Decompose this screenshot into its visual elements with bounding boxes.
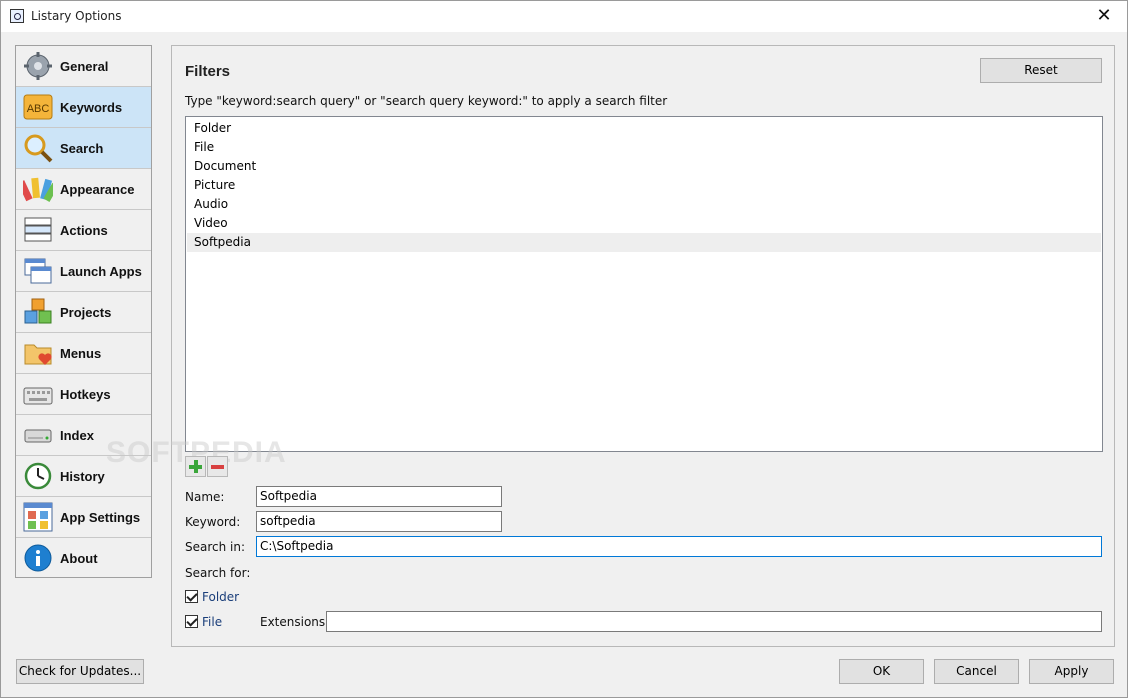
keyword-field[interactable]: softpedia bbox=[256, 511, 502, 532]
cancel-button[interactable]: Cancel bbox=[934, 659, 1019, 684]
add-filter-button[interactable] bbox=[185, 456, 206, 477]
sidebar-item-app-settings[interactable]: App Settings bbox=[16, 497, 151, 538]
app-grid-icon bbox=[23, 502, 53, 532]
search-in-label: Search in: bbox=[185, 540, 246, 554]
actions-icon bbox=[24, 217, 52, 242]
extensions-label: Extensions: bbox=[260, 615, 330, 629]
sidebar-item-hotkeys[interactable]: Hotkeys bbox=[16, 374, 151, 415]
file-checkbox[interactable] bbox=[185, 615, 198, 628]
clock-icon bbox=[24, 462, 52, 490]
cubes-icon bbox=[24, 298, 52, 324]
folder-checkbox-label[interactable]: Folder bbox=[202, 590, 239, 604]
magnifier-icon bbox=[24, 134, 53, 163]
sidebar-item-label: Launch Apps bbox=[60, 264, 142, 279]
sidebar-item-label: Hotkeys bbox=[60, 387, 111, 402]
page-title: Filters bbox=[185, 63, 231, 80]
reset-button[interactable]: Reset bbox=[980, 58, 1102, 83]
list-item-selected[interactable]: Softpedia bbox=[187, 233, 1101, 252]
minus-icon bbox=[211, 465, 224, 469]
sidebar-item-actions[interactable]: Actions bbox=[16, 210, 151, 251]
windows-icon bbox=[24, 258, 52, 284]
sidebar-item-about[interactable]: About bbox=[16, 538, 151, 579]
info-icon bbox=[24, 544, 52, 572]
apply-button[interactable]: Apply bbox=[1029, 659, 1114, 684]
keyboard-icon bbox=[23, 387, 53, 405]
list-item[interactable]: File bbox=[187, 138, 1101, 157]
name-label: Name: bbox=[185, 490, 225, 504]
sidebar: General ABC Keywords Search Appearance A… bbox=[15, 45, 152, 578]
check-updates-button[interactable]: Check for Updates... bbox=[16, 659, 144, 684]
list-item[interactable]: Picture bbox=[187, 176, 1101, 195]
sidebar-item-label: Actions bbox=[60, 223, 108, 238]
abc-icon: ABC bbox=[23, 94, 53, 120]
sidebar-item-search[interactable]: Search bbox=[16, 128, 151, 169]
plus-icon bbox=[189, 460, 202, 473]
list-item[interactable]: Video bbox=[187, 214, 1101, 233]
sidebar-item-label: Projects bbox=[60, 305, 112, 320]
title-bar: Listary Options ✕ bbox=[1, 1, 1127, 32]
sidebar-item-projects[interactable]: Projects bbox=[16, 292, 151, 333]
sidebar-item-keywords[interactable]: ABC Keywords bbox=[16, 87, 151, 128]
gear-icon bbox=[24, 52, 52, 80]
sidebar-item-label: General bbox=[60, 59, 109, 74]
search-for-label: Search for: bbox=[185, 566, 251, 580]
list-item[interactable]: Audio bbox=[187, 195, 1101, 214]
filter-hint: Type "keyword:search query" or "search q… bbox=[185, 94, 668, 108]
close-icon[interactable]: ✕ bbox=[1081, 1, 1127, 32]
extensions-field[interactable] bbox=[326, 611, 1102, 632]
filter-list[interactable]: Folder File Document Picture Audio Video… bbox=[185, 116, 1103, 452]
app-icon bbox=[10, 9, 24, 23]
sidebar-item-label: About bbox=[60, 551, 98, 566]
window-title: Listary Options bbox=[31, 9, 122, 23]
palette-icon bbox=[23, 177, 53, 202]
sidebar-item-launch-apps[interactable]: Launch Apps bbox=[16, 251, 151, 292]
folder-checkbox[interactable] bbox=[185, 590, 198, 603]
sidebar-item-menus[interactable]: Menus bbox=[16, 333, 151, 374]
svg-text:ABC: ABC bbox=[27, 103, 50, 115]
remove-filter-button[interactable] bbox=[207, 456, 228, 477]
sidebar-item-label: Menus bbox=[60, 346, 102, 361]
sidebar-item-label: Appearance bbox=[60, 182, 135, 197]
ok-button[interactable]: OK bbox=[839, 659, 924, 684]
sidebar-item-label: Index bbox=[60, 428, 94, 443]
sidebar-item-appearance[interactable]: Appearance bbox=[16, 169, 151, 210]
name-field[interactable]: Softpedia bbox=[256, 486, 502, 507]
sidebar-item-label: Keywords bbox=[60, 100, 123, 115]
drive-icon bbox=[24, 429, 52, 443]
search-in-field[interactable]: C:\Softpedia bbox=[256, 536, 1102, 557]
folder-heart-icon bbox=[24, 344, 52, 365]
options-window: Listary Options ✕ General ABC Keywords S… bbox=[0, 0, 1128, 698]
sidebar-item-general[interactable]: General bbox=[16, 46, 151, 87]
sidebar-item-label: App Settings bbox=[60, 510, 141, 525]
sidebar-item-label: History bbox=[60, 469, 105, 484]
file-checkbox-label[interactable]: File bbox=[202, 615, 222, 629]
list-item[interactable]: Document bbox=[187, 157, 1101, 176]
sidebar-item-label: Search bbox=[60, 141, 104, 156]
list-item[interactable]: Folder bbox=[187, 119, 1101, 138]
keyword-label: Keyword: bbox=[185, 515, 241, 529]
